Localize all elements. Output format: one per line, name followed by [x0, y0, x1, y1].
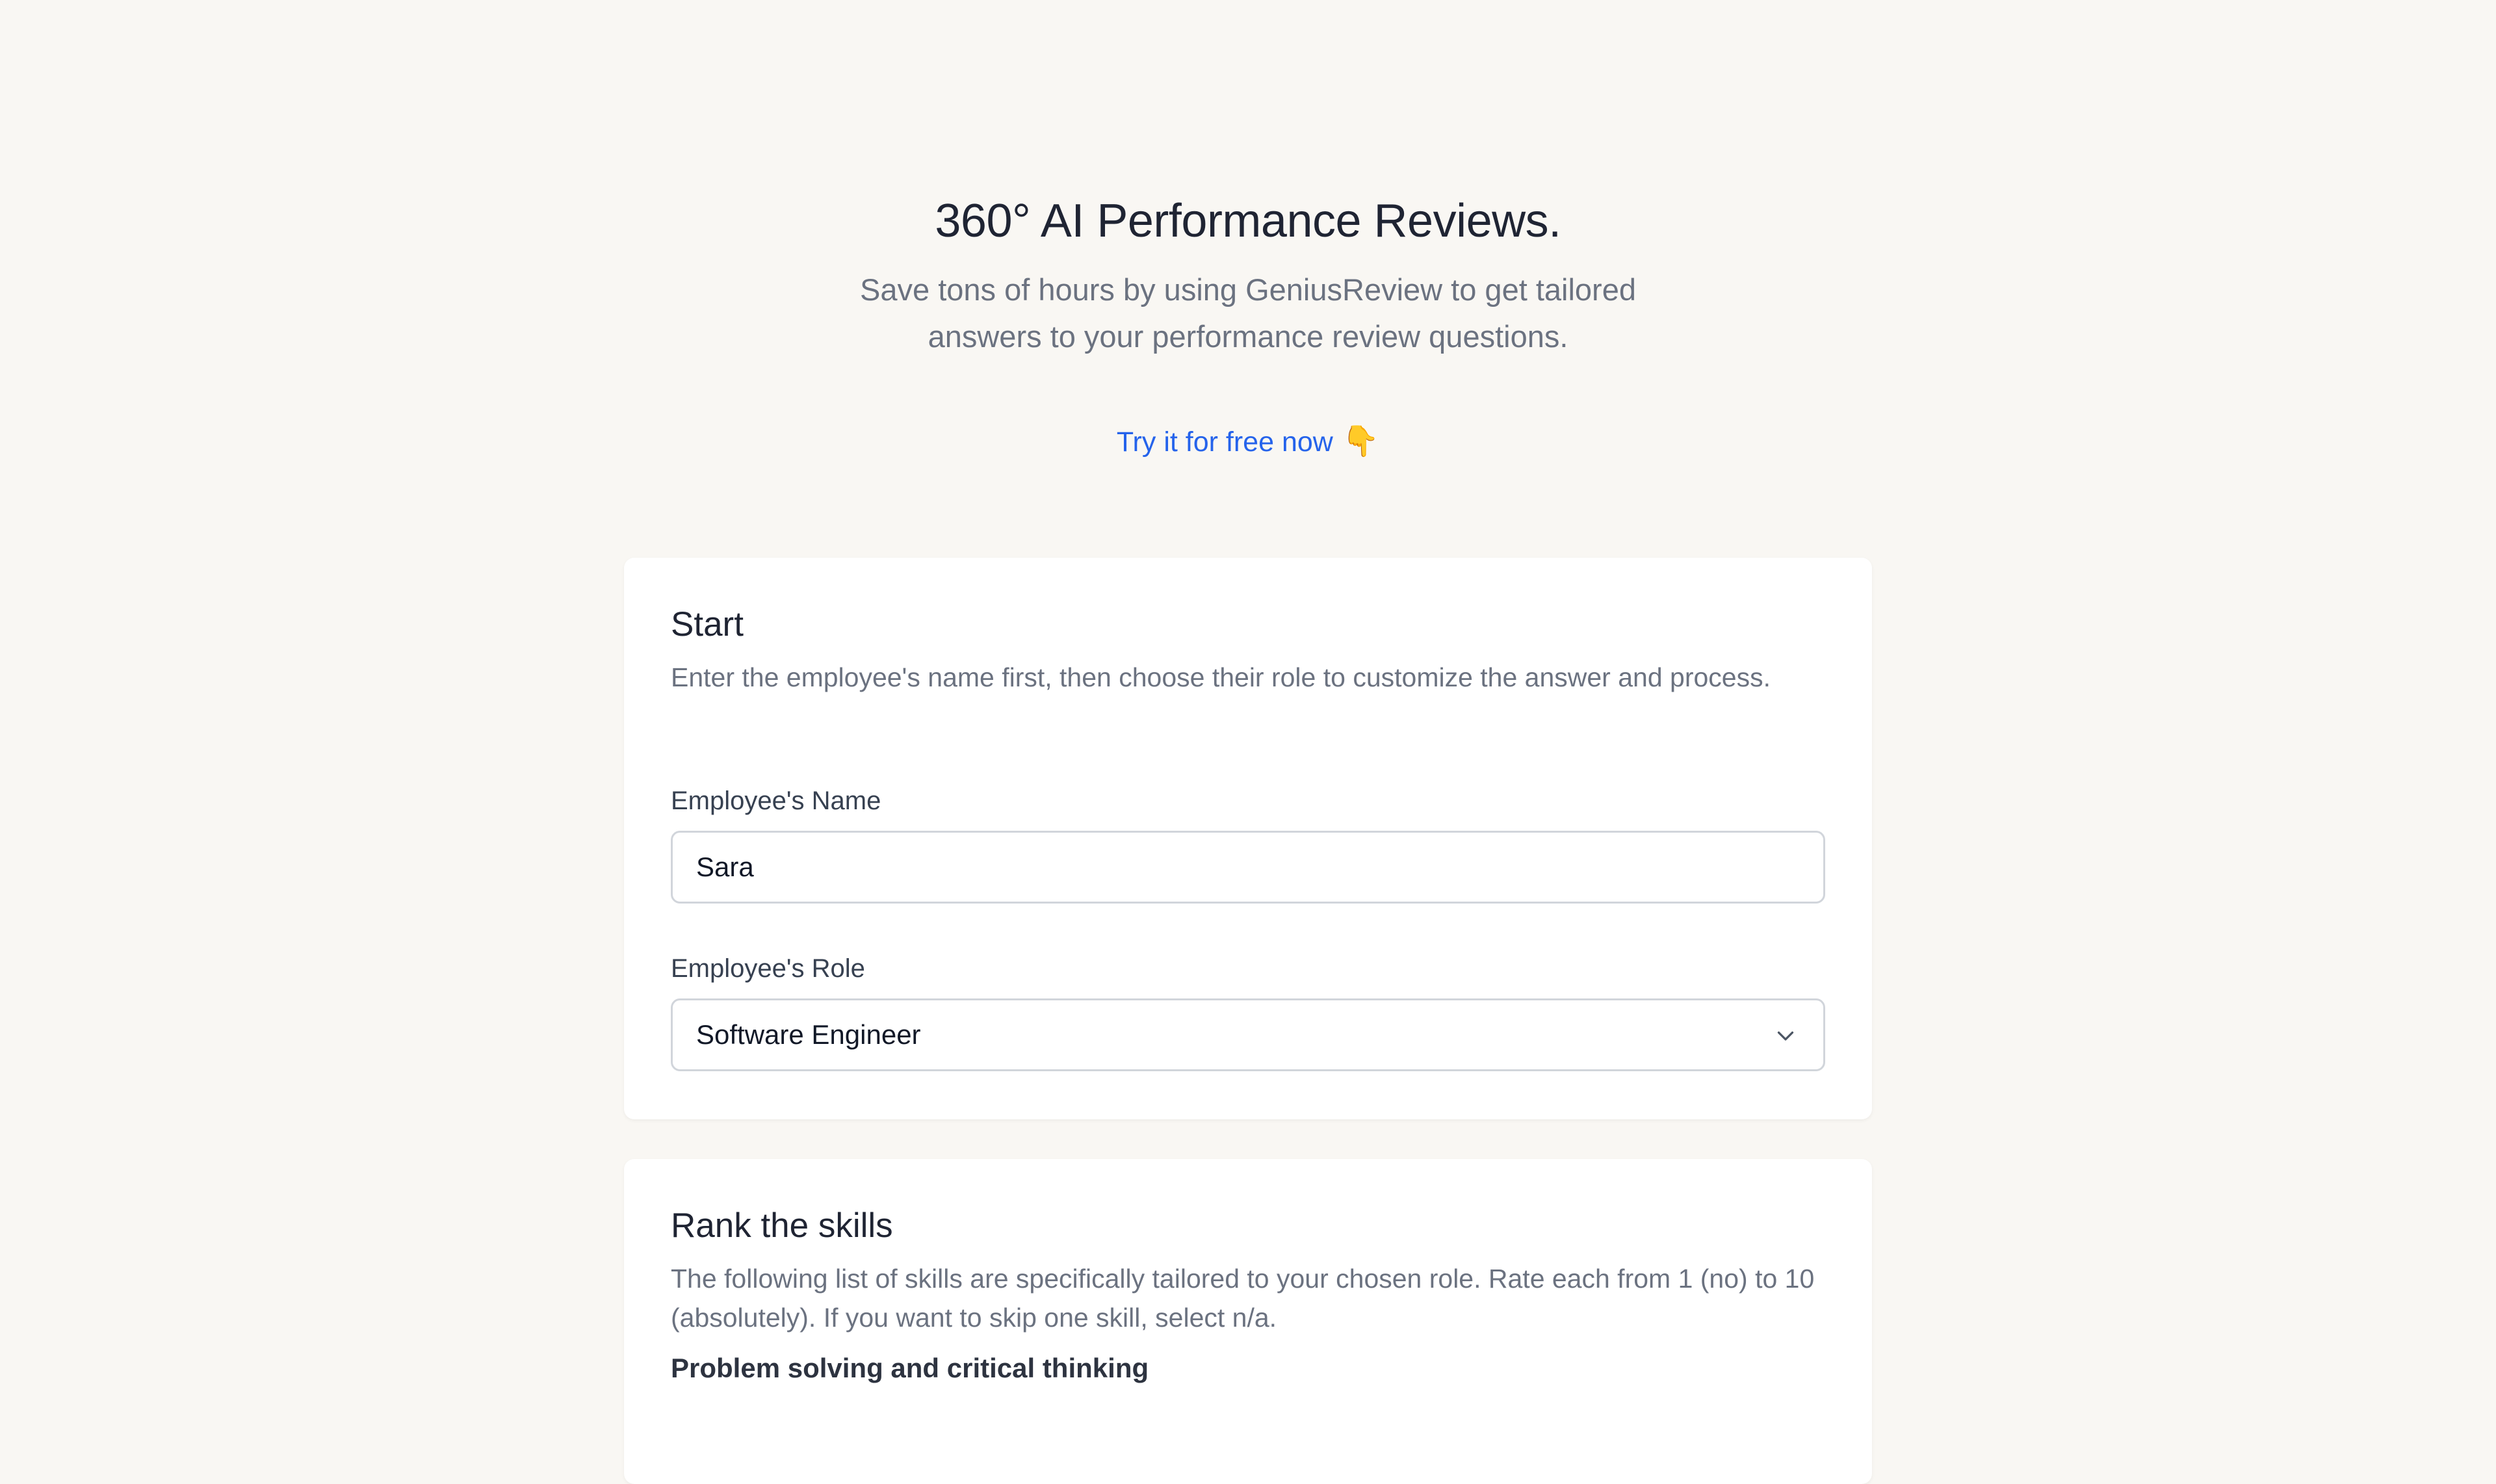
try-free-link[interactable]: Try it for free now 👇: [0, 416, 2496, 467]
skills-card-description: The following list of skills are specifi…: [671, 1264, 1815, 1333]
skills-card-title: Rank the skills: [671, 1206, 893, 1245]
chevron-down-icon: [1777, 1031, 1794, 1041]
employee-name-input[interactable]: [671, 831, 1825, 904]
try-free-label: Try it for free now: [1116, 426, 1333, 458]
skills-card: Rank the skills The following list of sk…: [624, 1159, 1872, 1484]
employee-name-label: Employee's Name: [671, 787, 881, 815]
page-subtitle: Save tons of hours by using GeniusReview…: [860, 272, 1636, 354]
employee-role-select[interactable]: Software Engineer: [671, 998, 1825, 1071]
skill-label: Problem solving and critical thinking: [671, 1353, 1149, 1383]
pointing-down-icon: 👇: [1342, 423, 1380, 458]
employee-role-label: Employee's Role: [671, 954, 865, 983]
start-card: Start Enter the employee's name first, t…: [624, 558, 1872, 1119]
employee-role-value: Software Engineer: [696, 1019, 921, 1050]
start-card-description: Enter the employee's name first, then ch…: [671, 662, 1771, 692]
start-card-title: Start: [671, 605, 744, 644]
page-title: 360° AI Performance Reviews.: [935, 195, 1561, 247]
